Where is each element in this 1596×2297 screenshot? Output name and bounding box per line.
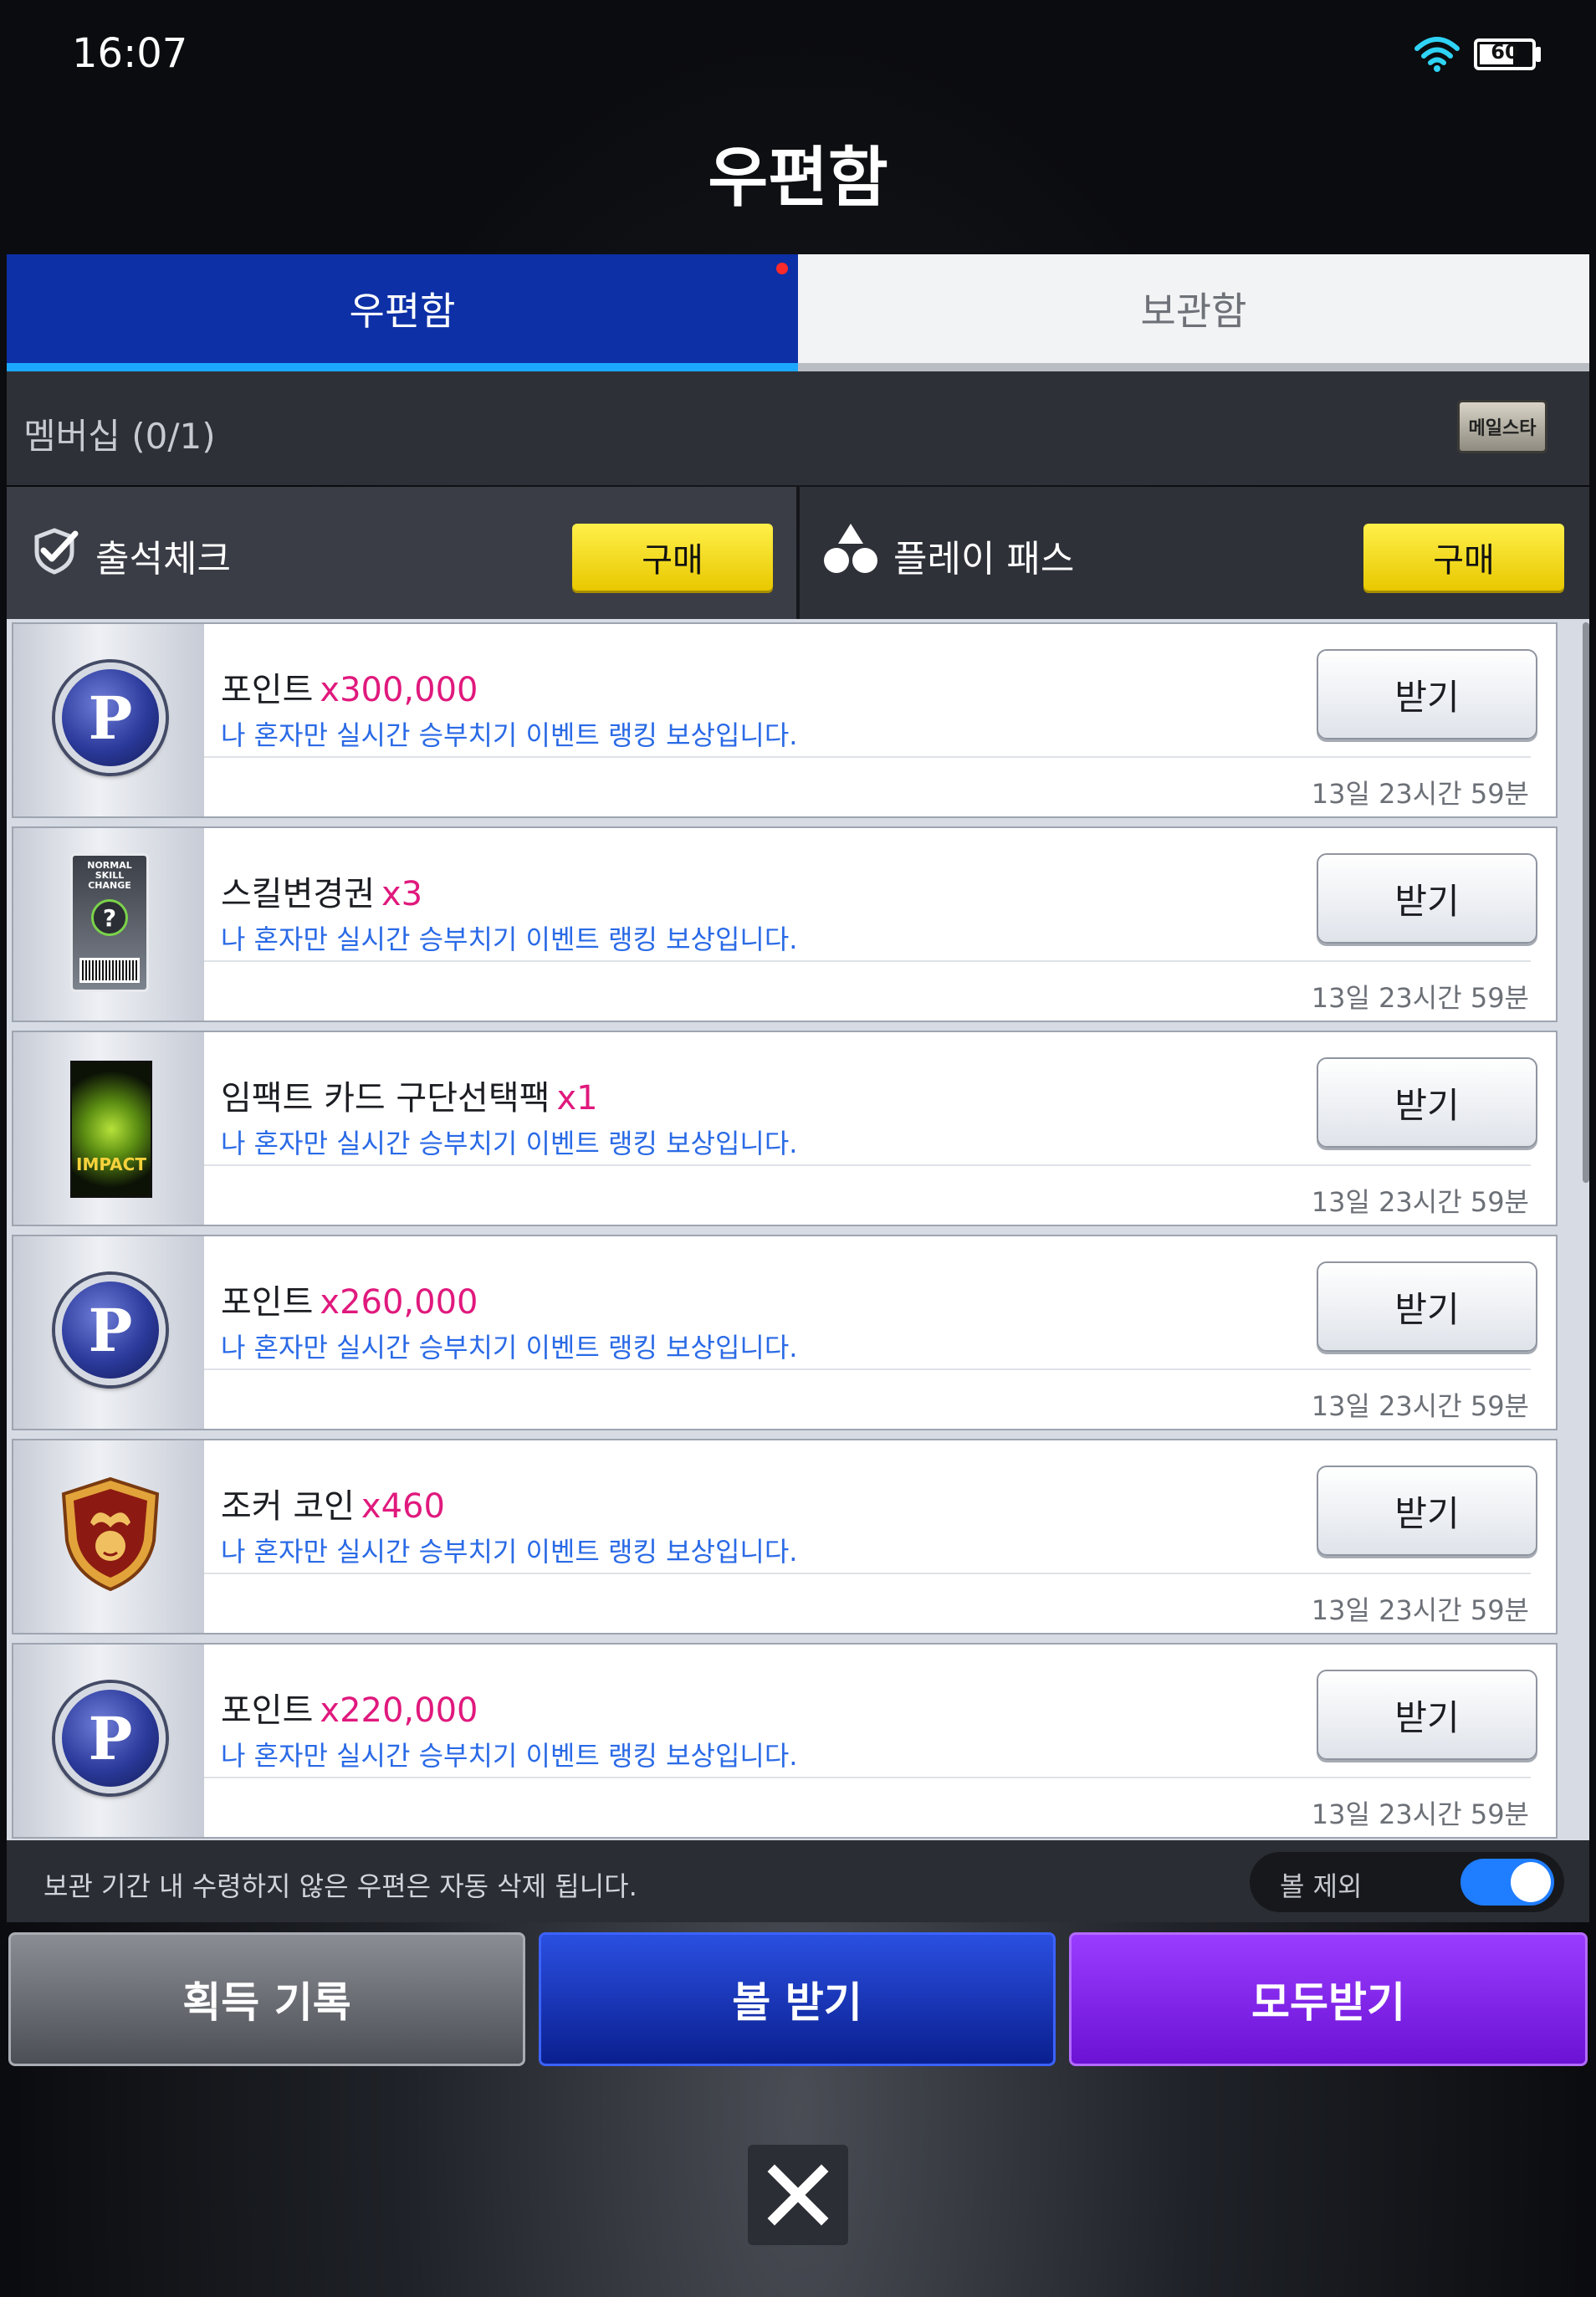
item-thumbnail: P bbox=[13, 624, 204, 816]
receive-button[interactable]: 받기 bbox=[1317, 1670, 1537, 1760]
mail-item-qty: x460 bbox=[361, 1487, 445, 1526]
mail-item-qty: x300,000 bbox=[320, 671, 478, 709]
close-button[interactable] bbox=[748, 2145, 848, 2245]
mail-item-name: 스킬변경권 x3 bbox=[221, 875, 423, 913]
mail-row: P 포인트 x260,000 나 혼자만 실시간 승부치기 이벤트 랭킹 보상입니… bbox=[12, 1235, 1558, 1430]
mail-description: 나 혼자만 실시간 승부치기 이벤트 랭킹 보상입니다. bbox=[221, 1332, 798, 1363]
status-time: 16:07 bbox=[72, 30, 188, 77]
receive-button[interactable]: 받기 bbox=[1317, 1466, 1537, 1556]
point-coin-icon: P bbox=[55, 1275, 166, 1385]
scrollbar[interactable] bbox=[1583, 622, 1589, 1183]
mail-expiry: 13일 23시간 59분 bbox=[1311, 982, 1529, 1014]
mail-item-qty: x3 bbox=[381, 875, 423, 913]
battery-icon: 60 bbox=[1474, 38, 1536, 70]
exclude-ball-toggle[interactable] bbox=[1460, 1859, 1554, 1906]
playpass-buy-button[interactable]: 구매 bbox=[1363, 524, 1564, 591]
toggle-knob bbox=[1511, 1862, 1551, 1902]
attendance-label: 출석체크 bbox=[95, 538, 231, 581]
mail-item-qty: x1 bbox=[556, 1079, 598, 1118]
mail-row: P 포인트 x220,000 나 혼자만 실시간 승부치기 이벤트 랭킹 보상입니… bbox=[12, 1643, 1558, 1839]
mail-item-qty: x260,000 bbox=[320, 1283, 478, 1322]
point-coin-icon: P bbox=[55, 1683, 166, 1793]
joker-coin-icon bbox=[61, 1476, 160, 1592]
receive-button[interactable]: 받기 bbox=[1317, 649, 1537, 739]
point-coin-icon: P bbox=[55, 662, 166, 773]
mail-expiry: 13일 23시간 59분 bbox=[1311, 1186, 1529, 1218]
receive-ball-button[interactable]: 볼 받기 bbox=[539, 1932, 1056, 2066]
mail-item-qty: x220,000 bbox=[320, 1691, 478, 1730]
impact-card-pack-icon: IMPACT bbox=[70, 1061, 152, 1198]
mail-row: NORMAL SKILL CHANGE ? 스킬변경권 x3 나 혼자만 실시간 승… bbox=[12, 826, 1558, 1022]
battery-level: 60 bbox=[1491, 40, 1519, 64]
mail-description: 나 혼자만 실시간 승부치기 이벤트 랭킹 보상입니다. bbox=[221, 923, 798, 955]
mail-item-name: 포인트 x220,000 bbox=[221, 1691, 478, 1730]
item-thumbnail: IMPACT bbox=[13, 1032, 204, 1225]
page-title: 우편함 bbox=[708, 141, 888, 216]
mail-expiry: 13일 23시간 59분 bbox=[1311, 778, 1529, 810]
mail-expiry: 13일 23시간 59분 bbox=[1311, 1390, 1529, 1422]
notification-dot bbox=[776, 263, 788, 274]
close-icon bbox=[767, 2164, 829, 2226]
mail-expiry: 13일 23시간 59분 bbox=[1311, 1798, 1529, 1830]
auto-delete-notice: 보관 기간 내 수령하지 않은 우편은 자동 삭제 됩니다. bbox=[43, 1870, 637, 1902]
attendance-buy-button[interactable]: 구매 bbox=[572, 524, 773, 591]
playpass-label: 플레이 패스 bbox=[893, 538, 1075, 581]
receive-button[interactable]: 받기 bbox=[1317, 1057, 1537, 1148]
mail-description: 나 혼자만 실시간 승부치기 이벤트 랭킹 보상입니다. bbox=[221, 719, 798, 751]
acquisition-history-button[interactable]: 획득 기록 bbox=[8, 1932, 525, 2066]
wifi-icon bbox=[1414, 37, 1460, 72]
mail-expiry: 13일 23시간 59분 bbox=[1311, 1594, 1529, 1626]
mail-row: P 포인트 x300,000 나 혼자만 실시간 승부치기 이벤트 랭킹 보상입니… bbox=[12, 622, 1558, 818]
receive-button[interactable]: 받기 bbox=[1317, 1261, 1537, 1352]
item-thumbnail: P bbox=[13, 1645, 204, 1837]
item-thumbnail: NORMAL SKILL CHANGE ? bbox=[13, 828, 204, 1021]
check-badge-icon bbox=[34, 528, 79, 575]
tab-storage[interactable]: 보관함 bbox=[798, 254, 1589, 371]
mail-item-name: 포인트 x260,000 bbox=[221, 1283, 478, 1322]
mail-description: 나 혼자만 실시간 승부치기 이벤트 랭킹 보상입니다. bbox=[221, 1536, 798, 1568]
mail-item-name: 조커 코인 x460 bbox=[221, 1487, 445, 1526]
tab-mailbox-label: 우편함 bbox=[349, 289, 456, 334]
mail-description: 나 혼자만 실시간 승부치기 이벤트 랭킹 보상입니다. bbox=[221, 1740, 798, 1772]
mail-row: IMPACT 임팩트 카드 구단선택팩 x1 나 혼자만 실시간 승부치기 이벤트… bbox=[12, 1031, 1558, 1226]
mail-description: 나 혼자만 실시간 승부치기 이벤트 랭킹 보상입니다. bbox=[221, 1128, 798, 1159]
membership-badge[interactable]: 메일스타 bbox=[1457, 400, 1547, 453]
receive-button[interactable]: 받기 bbox=[1317, 853, 1537, 944]
item-thumbnail: P bbox=[13, 1236, 204, 1429]
item-thumbnail bbox=[13, 1440, 204, 1633]
play-pass-icon bbox=[824, 524, 877, 573]
mail-item-name: 포인트 x300,000 bbox=[221, 671, 478, 709]
battery-tip bbox=[1536, 47, 1541, 62]
tab-mailbox[interactable]: 우편함 bbox=[7, 254, 798, 371]
receive-all-button[interactable]: 모두받기 bbox=[1069, 1932, 1588, 2066]
mail-item-name: 임팩트 카드 구단선택팩 x1 bbox=[221, 1079, 598, 1118]
exclude-ball-label: 볼 제외 bbox=[1280, 1870, 1363, 1902]
tab-storage-label: 보관함 bbox=[1140, 289, 1247, 334]
membership-bar bbox=[7, 371, 1589, 485]
skill-change-ticket-icon: NORMAL SKILL CHANGE ? bbox=[70, 853, 149, 992]
membership-label: 멤버십 (0/1) bbox=[23, 416, 216, 457]
mail-row: 조커 코인 x460 나 혼자만 실시간 승부치기 이벤트 랭킹 보상입니다. 1… bbox=[12, 1439, 1558, 1635]
